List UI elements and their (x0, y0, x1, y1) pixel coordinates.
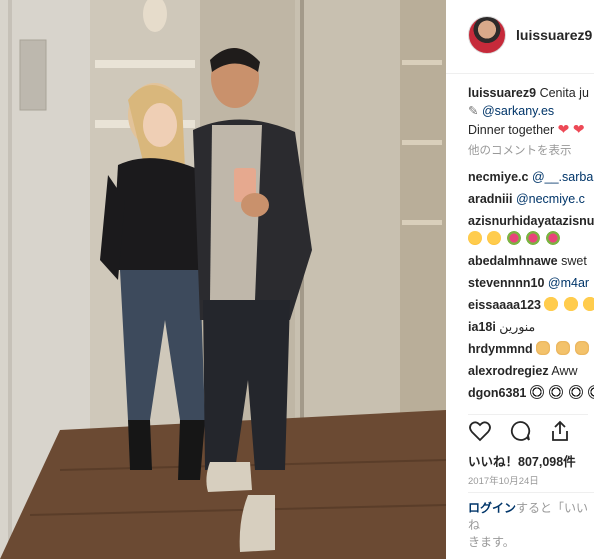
comment-username[interactable]: stevennnn10 (468, 276, 544, 290)
comment-item: abedalmhnawe swet (468, 252, 587, 270)
comment-text: swet (561, 254, 587, 268)
divider (468, 492, 594, 493)
comment-item: hrdymmnd (468, 340, 591, 358)
ok-hand-emoji-icon (575, 341, 590, 355)
caption-line2-text: Dinner together (468, 123, 555, 137)
caption-line-2: ✎ @sarkany.es (468, 102, 554, 120)
comment-item: stevennnn10 @m4ar (468, 274, 589, 292)
likes-count[interactable]: いいね！807,098件 (468, 451, 576, 470)
share-upload-icon[interactable] (548, 419, 572, 443)
bouquet-emoji-icon (545, 231, 560, 245)
post-photo[interactable] (0, 0, 446, 559)
comment-item: eissaaaa123 (468, 296, 594, 314)
post-sidebar: luissuarez9 luissuarez9 Cenita ju ✎ @sar… (446, 0, 594, 559)
post-header: luissuarez9 (446, 0, 594, 74)
ok-hand-emoji-icon (555, 341, 570, 355)
comment-text: Aww (551, 364, 578, 378)
header-username[interactable]: luissuarez9 (516, 27, 592, 43)
avatar[interactable] (468, 16, 506, 54)
comment-item: alexrodregiez Aww (468, 362, 578, 380)
bouquet-emoji-icon (506, 231, 521, 245)
smile-emoji-icon (487, 231, 502, 245)
tag-icon: ✎ (468, 104, 479, 118)
heart-eyes-emoji-icon (563, 297, 578, 311)
comment-username[interactable]: dgon6381 (468, 386, 526, 400)
comment-item: ia18i منورين (468, 318, 535, 336)
soccer-ball-emoji-icon (529, 385, 544, 399)
comment-item: dgon6381 (468, 384, 594, 402)
comment-username[interactable]: azisnurhidayatazisnu (468, 214, 594, 228)
login-link[interactable]: ログイン (468, 501, 516, 515)
post-date: 2017年10月24日 (468, 476, 539, 487)
comment-item: aradniii @necmiye.c (468, 190, 585, 208)
comment-username[interactable]: alexrodregiez (468, 364, 549, 378)
comment-username[interactable]: hrdymmnd (468, 342, 533, 356)
caption-username[interactable]: luissuarez9 (468, 86, 536, 100)
login-prompt: ログインすると「いいね きます。 (468, 500, 594, 551)
comment-text: منورين (499, 320, 536, 334)
heart-emoji-icon: ❤ (572, 121, 585, 137)
comment-username[interactable]: eissaaaa123 (468, 298, 541, 312)
comment-username[interactable]: aradniii (468, 192, 512, 206)
comment-text[interactable]: @m4ar (548, 276, 589, 290)
bouquet-emoji-icon (526, 231, 541, 245)
photo-illustration (0, 0, 446, 559)
comment-item: azisnurhidayatazisnu (468, 212, 594, 230)
heart-eyes-emoji-icon (544, 297, 559, 311)
comment-username[interactable]: abedalmhnawe (468, 254, 558, 268)
ok-hand-emoji-icon (536, 341, 551, 355)
comment-emojis (468, 230, 562, 248)
caption-line-3: Dinner together ❤ ❤ (468, 120, 585, 139)
soccer-ball-emoji-icon (568, 385, 583, 399)
caption-text: Cenita ju (539, 86, 589, 100)
action-bar (468, 414, 588, 442)
comment-text[interactable]: @__.sarba (532, 170, 593, 184)
soccer-ball-emoji-icon (588, 385, 594, 399)
caption-mention[interactable]: @sarkany.es (482, 104, 554, 118)
heart-eyes-emoji-icon (583, 297, 594, 311)
view-more-comments-link[interactable]: 他のコメントを表示 (468, 142, 572, 160)
comment-item: necmiye.c @__.sarba (468, 168, 593, 186)
comment-username[interactable]: ia18i (468, 320, 496, 334)
soccer-ball-emoji-icon (549, 385, 564, 399)
caption-line-1: luissuarez9 Cenita ju (468, 84, 589, 102)
smile-emoji-icon (468, 231, 482, 245)
comment-text[interactable]: @necmiye.c (516, 192, 585, 206)
heart-emoji-icon: ❤ (557, 121, 570, 137)
login-text-2: きます。 (468, 535, 515, 549)
heart-outline-icon[interactable] (468, 419, 492, 443)
comment-username[interactable]: necmiye.c (468, 170, 528, 184)
comment-bubble-icon[interactable] (508, 419, 532, 443)
